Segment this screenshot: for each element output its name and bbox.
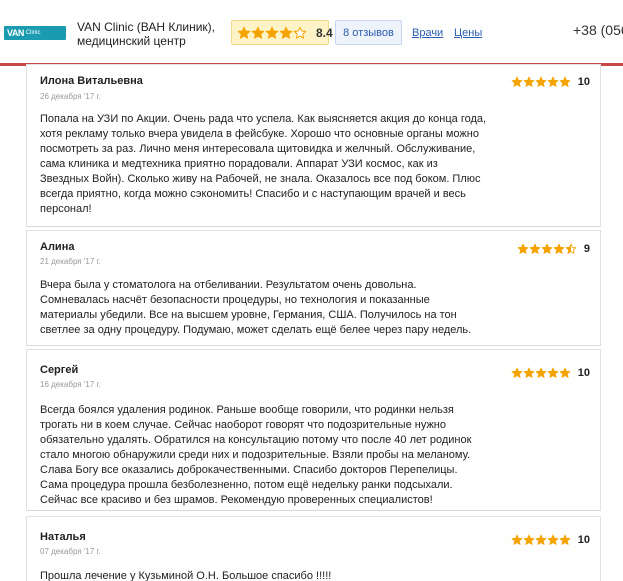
star-icon (511, 367, 523, 378)
star-icon (293, 26, 307, 39)
reviewer-name: Наталья (40, 531, 86, 543)
star-icon (559, 76, 571, 87)
review-line: стало многою обнаружили среди них и подо… (40, 449, 471, 461)
reviewer-name: Алина (40, 241, 75, 253)
review-line: сама клиника и медтехника приятно порадо… (40, 158, 438, 170)
review-rating: 10 (511, 534, 590, 546)
review-stars (517, 243, 577, 255)
review-date: 21 декабря '17 г. (40, 257, 101, 266)
review-line: Сомневалась насчёт безопасности процедур… (40, 294, 430, 306)
review-score: 9 (583, 243, 590, 255)
star-icon (559, 367, 571, 378)
review-line: обязательно удалять. Обратился на консул… (40, 434, 472, 446)
rating-value: 8.4 (316, 25, 333, 40)
review-date: 16 декабря '17 г. (40, 380, 101, 389)
review-rating: 9 (517, 243, 590, 255)
review-score: 10 (577, 534, 590, 546)
review-date: 07 декабря '17 г. (40, 547, 101, 556)
review-line: Сама процедура прошла безболезненно, пот… (40, 479, 453, 491)
clinic-title: VAN Clinic (ВАН Клиник), медицинский цен… (77, 20, 215, 48)
review-line: Попала на УЗИ по Акции. Очень рада что у… (40, 113, 487, 125)
reviews-count-button[interactable]: 8 отзывов (335, 20, 402, 45)
clinic-rating-badge: 8.4 (231, 20, 333, 45)
star-icon (547, 76, 559, 87)
review-line: хотя рекламу только вчера увидела в фейс… (40, 128, 479, 140)
star-icon (535, 367, 547, 378)
star-icon (541, 243, 553, 254)
review-card: Наталья 07 декабря '17 г. 10 Прошла лече… (26, 516, 601, 581)
star-icon (559, 534, 571, 545)
star-icon (511, 534, 523, 545)
review-text: Прошла лечение у Кузьминой О.Н. Большое … (40, 569, 510, 581)
clinic-subtitle: медицинский центр (77, 34, 186, 48)
review-card: Илона Витальевна 26 декабря '17 г. 10 По… (26, 64, 601, 227)
review-text: Вчера была у стоматолога на отбеливании.… (40, 278, 510, 338)
rating-stars (237, 26, 307, 40)
star-icon (547, 534, 559, 545)
review-line: трогать ни в коем случае. Сейчас наоборо… (40, 419, 446, 431)
review-line: материалы убедили. Все на высшем уровне,… (40, 309, 457, 321)
review-stars (511, 367, 571, 379)
star-icon (535, 534, 547, 545)
review-stars (511, 76, 571, 88)
review-line: Сейчас все красиво и без шрамов. Рекомен… (40, 494, 433, 506)
nav-prices-link[interactable]: Цены (454, 27, 482, 39)
star-icon (553, 243, 565, 254)
star-icon (535, 76, 547, 87)
review-line: светлее за одну процедуру. Подумаю, може… (40, 324, 472, 336)
logo-mark: VAN (7, 28, 24, 38)
review-text: Всегда боялся удаления родинок. Раньше в… (40, 403, 510, 508)
review-line: персонал! (40, 203, 92, 215)
review-score: 10 (577, 76, 590, 88)
star-icon (523, 367, 535, 378)
review-line: Слава Богу все оказались доброкачественн… (40, 464, 458, 476)
reviewer-name: Илона Витальевна (40, 75, 143, 87)
star-icon (547, 367, 559, 378)
review-line: всегда приятно, когда можно сэкономить! … (40, 188, 466, 200)
review-score: 10 (577, 367, 590, 379)
star-icon (529, 243, 541, 254)
clinic-name: VAN Clinic (ВАН Клиник), (77, 20, 215, 34)
review-line: Вчера была у стоматолога на отбеливании.… (40, 279, 417, 291)
nav-doctors-link[interactable]: Врачи (412, 27, 443, 39)
clinic-header: VAN Clinic VAN Clinic (ВАН Клиник), меди… (0, 0, 623, 66)
review-card: Сергей 16 декабря '17 г. 10 Всегда боялс… (26, 349, 601, 511)
star-icon (251, 26, 265, 39)
review-text: Попала на УЗИ по Акции. Очень рада что у… (40, 112, 510, 217)
review-date: 26 декабря '17 г. (40, 92, 101, 101)
review-line: Звездных Войн). Сколько живу на Рабочей,… (40, 173, 481, 185)
star-icon (565, 243, 577, 254)
star-icon (511, 76, 523, 87)
clinic-logo[interactable]: VAN Clinic (4, 26, 66, 40)
star-icon (237, 26, 251, 39)
reviewer-name: Сергей (40, 364, 79, 376)
review-card: Алина 21 декабря '17 г. 9 Вчера была у с… (26, 230, 601, 346)
review-stars (511, 534, 571, 546)
star-icon (523, 76, 535, 87)
review-rating: 10 (511, 367, 590, 379)
star-icon (265, 26, 279, 39)
review-line: посмотреть за раз. Лично меня интересова… (40, 143, 476, 155)
star-icon (279, 26, 293, 39)
star-icon (523, 534, 535, 545)
star-icon (517, 243, 529, 254)
review-line: Всегда боялся удаления родинок. Раньше в… (40, 404, 454, 416)
review-line: Прошла лечение у Кузьминой О.Н. Большое … (40, 570, 332, 581)
logo-text: Clinic (25, 30, 41, 36)
review-rating: 10 (511, 76, 590, 88)
phone-number[interactable]: +38 (056 (573, 22, 623, 38)
